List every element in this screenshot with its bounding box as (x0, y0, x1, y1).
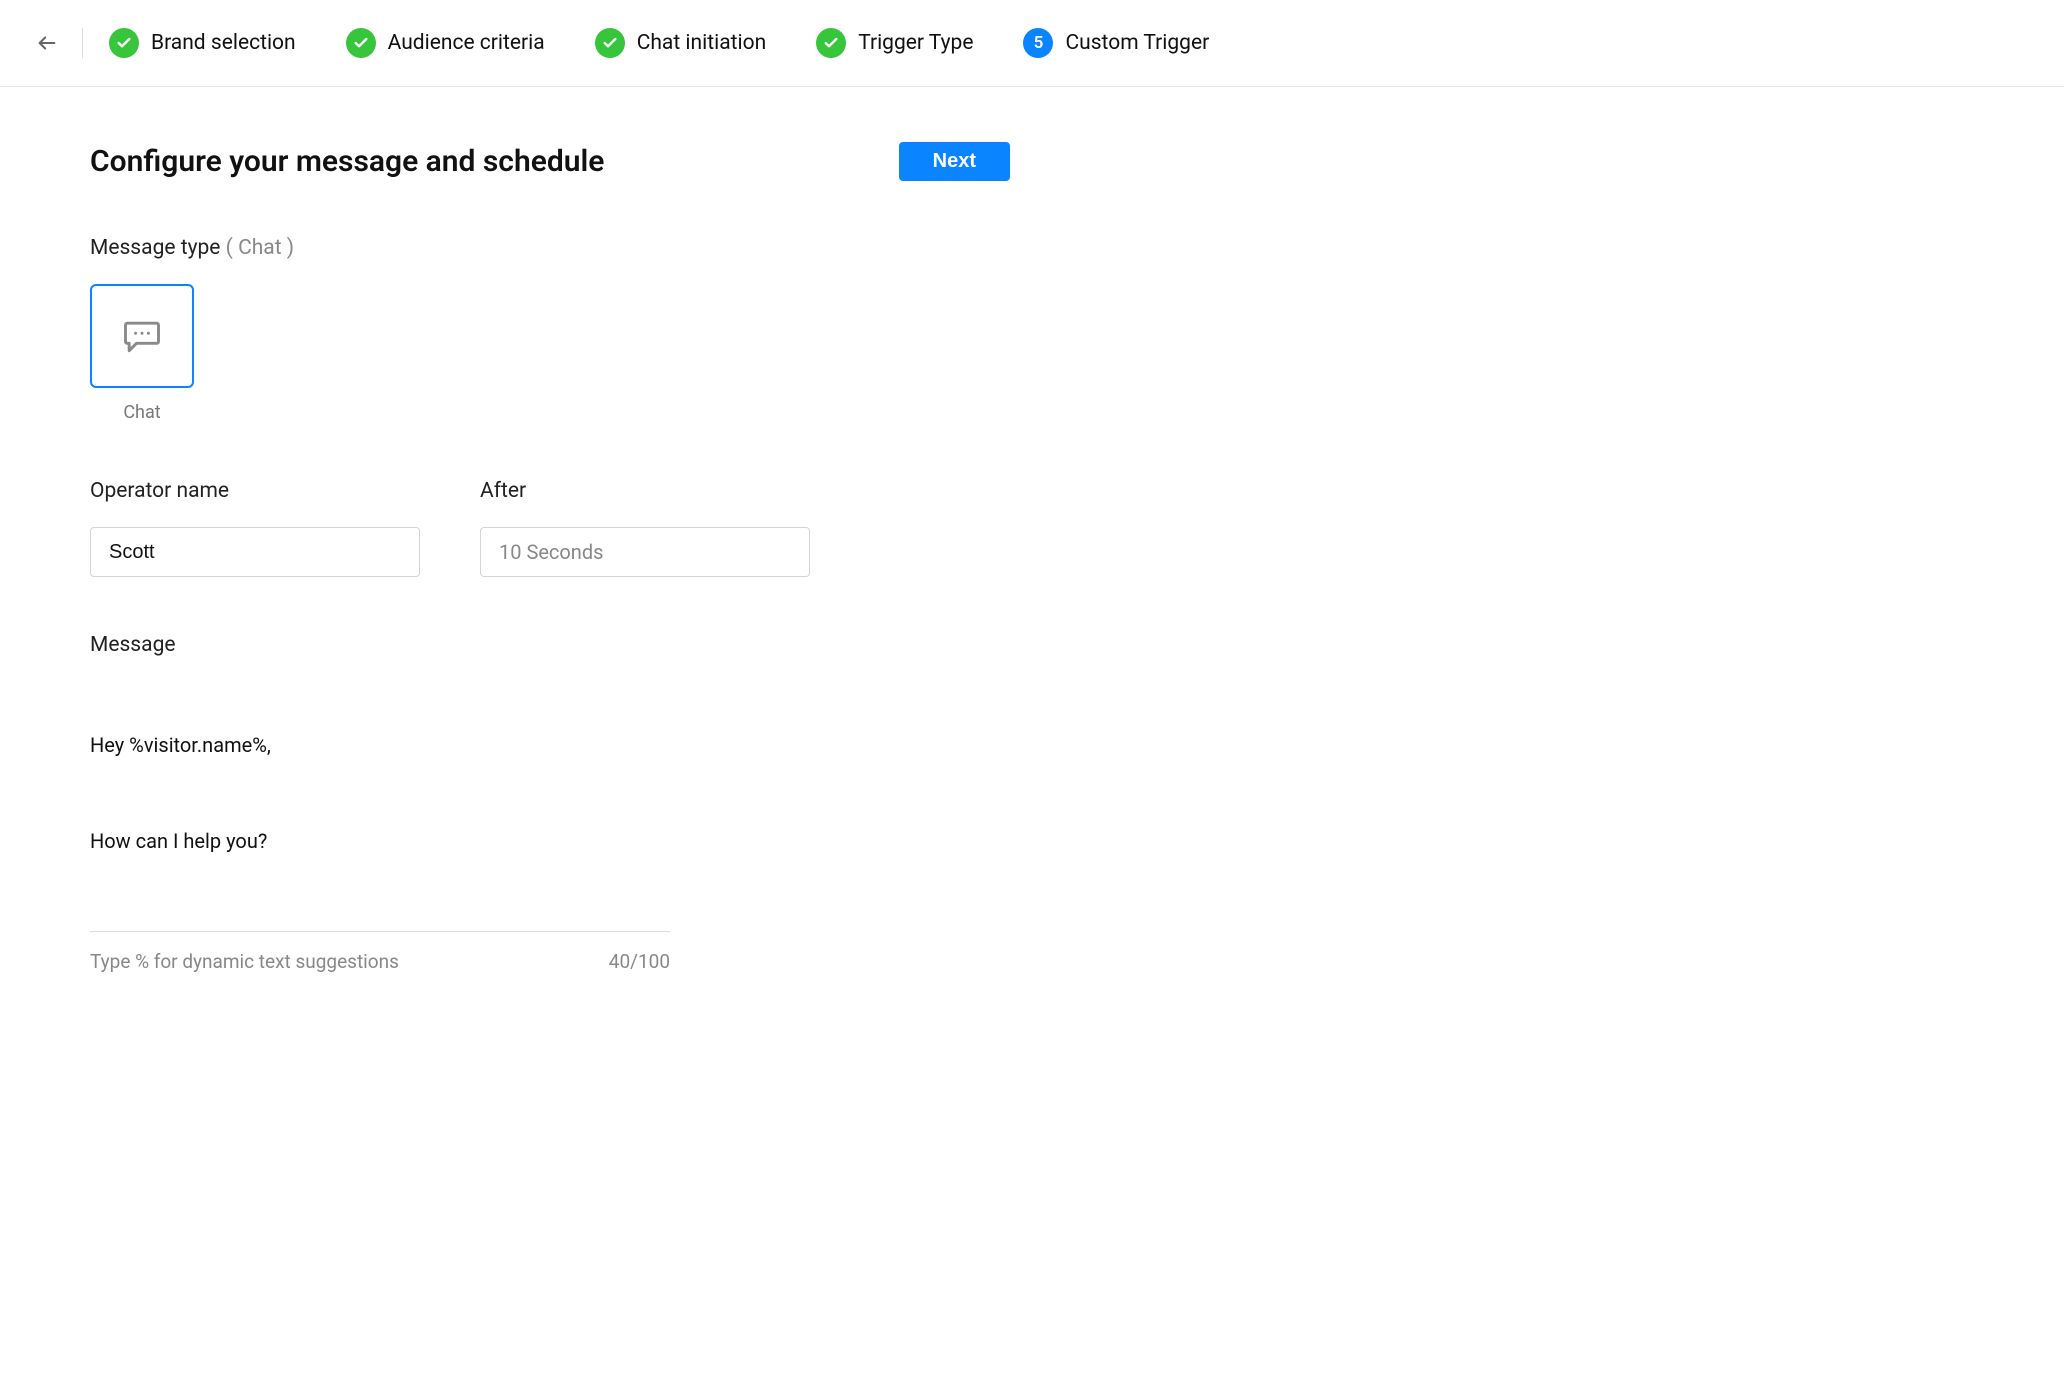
wizard-header: Brand selection Audience criteria Chat i… (0, 0, 2064, 87)
message-type-label: Message type ( Chat ) (90, 236, 1010, 260)
step-custom-trigger[interactable]: 5 Custom Trigger (1023, 28, 1209, 58)
check-icon (109, 28, 139, 58)
step-label: Audience criteria (388, 31, 545, 55)
message-counter: 40/100 (609, 950, 670, 973)
check-icon (346, 28, 376, 58)
next-button[interactable]: Next (899, 142, 1010, 181)
back-button[interactable] (30, 26, 64, 60)
operator-name-input[interactable] (90, 527, 420, 577)
arrow-left-icon (36, 32, 58, 54)
step-audience-criteria[interactable]: Audience criteria (346, 28, 545, 58)
message-textarea[interactable]: Hey %visitor.name%, How can I help you? (90, 685, 1010, 901)
step-chat-initiation[interactable]: Chat initiation (595, 28, 767, 58)
message-type-selected: ( Chat ) (226, 236, 294, 260)
message-line: Hey %visitor.name%, (90, 733, 1010, 757)
check-icon (816, 28, 846, 58)
step-label: Chat initiation (637, 31, 767, 55)
message-line: How can I help you? (90, 829, 1010, 853)
message-footer: Type % for dynamic text suggestions 40/1… (90, 931, 670, 973)
divider (82, 28, 83, 58)
step-label: Brand selection (151, 31, 296, 55)
message-type-chat-option[interactable] (90, 284, 194, 388)
message-hint: Type % for dynamic text suggestions (90, 950, 399, 973)
check-icon (595, 28, 625, 58)
main-content: Configure your message and schedule Next… (0, 87, 1100, 1028)
after-label: After (480, 479, 810, 503)
step-trigger-type[interactable]: Trigger Type (816, 28, 973, 58)
step-label: Trigger Type (858, 31, 973, 55)
page-title: Configure your message and schedule (90, 144, 604, 179)
after-select-value: 10 Seconds (499, 540, 603, 564)
step-label: Custom Trigger (1065, 31, 1209, 55)
step-number-icon: 5 (1023, 28, 1053, 58)
step-brand-selection[interactable]: Brand selection (109, 28, 296, 58)
chat-bubble-icon (120, 314, 164, 358)
message-type-caption: Chat (90, 402, 194, 423)
message-label: Message (90, 633, 1010, 657)
message-type-label-text: Message type (90, 236, 220, 260)
after-select[interactable]: 10 Seconds (480, 527, 810, 577)
operator-name-label: Operator name (90, 479, 420, 503)
stepper: Brand selection Audience criteria Chat i… (109, 28, 1209, 58)
